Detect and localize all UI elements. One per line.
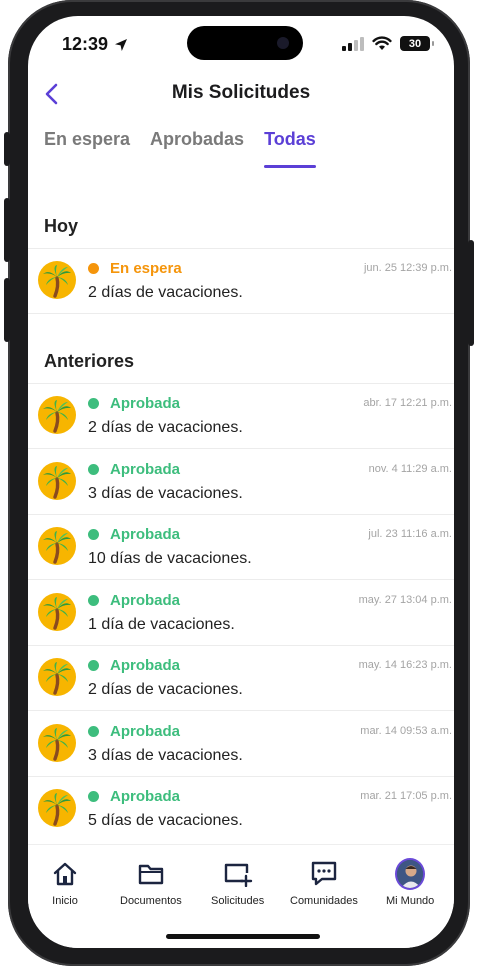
status-dot — [88, 529, 99, 540]
filter-tabs: En espera Aprobadas Todas — [44, 126, 316, 168]
status-bar: 12:39 30 — [28, 16, 454, 72]
request-date: mar. 14 09:53 a.m. — [360, 724, 452, 737]
status-dot — [88, 594, 99, 606]
request-description: 3 días de vacaciones. — [88, 484, 243, 502]
request-date: nov. 4 11:29 a.m. — [368, 462, 452, 475]
location-arrow-icon — [115, 38, 128, 51]
nav-label-documentos: Documentos — [120, 895, 182, 907]
palm-tree-icon — [38, 396, 76, 434]
home-icon — [50, 859, 80, 889]
battery-icon: 30 — [400, 36, 434, 51]
palm-tree-icon — [38, 723, 76, 762]
status-label: Aprobada — [110, 460, 181, 478]
side-button-volume-up — [4, 198, 10, 262]
request-date: abr. 17 12:21 p.m. — [363, 397, 452, 409]
tab-en-espera[interactable]: En espera — [44, 126, 130, 168]
home-indicator — [166, 934, 320, 939]
tab-todas[interactable]: Todas — [264, 126, 316, 168]
status-label: En espera — [110, 260, 182, 277]
request-date: may. 14 16:23 p.m. — [358, 659, 452, 671]
nav-solicitudes[interactable]: Solicitudes — [211, 859, 264, 907]
chat-icon — [309, 859, 339, 889]
palm-tree-icon — [38, 461, 76, 500]
request-list-item[interactable]: Aprobada 2 días de vacaciones. may. 14 16:… — [28, 645, 454, 710]
status-label: Aprobada — [110, 722, 181, 740]
palm-tree-icon — [38, 789, 76, 827]
nav-inicio[interactable]: Inicio — [50, 859, 80, 907]
request-date: may. 27 13:04 p.m. — [358, 593, 452, 606]
request-list-item[interactable]: Aprobada 10 días de vacaciones. jul. 23 11… — [28, 514, 454, 579]
folder-icon — [136, 859, 166, 889]
tab-aprobadas[interactable]: Aprobadas — [150, 126, 244, 168]
nav-label-solicitudes: Solicitudes — [211, 895, 265, 907]
nav-label-inicio: Inicio — [52, 895, 78, 907]
divider — [28, 313, 454, 314]
side-button-power — [468, 240, 474, 346]
page-title: Mis Solicitudes — [171, 82, 311, 103]
request-description: 2 días de vacaciones. — [88, 284, 243, 301]
request-date: jun. 25 12:39 p.m. — [363, 262, 452, 274]
status-indicators: 30 — [342, 36, 434, 51]
add-request-icon — [223, 859, 253, 889]
status-dot — [88, 463, 99, 475]
status-label: Aprobada — [110, 788, 181, 805]
status-dot — [88, 660, 99, 671]
request-description: 5 días de vacaciones. — [88, 812, 243, 829]
nav-comunidades[interactable]: Comunidades — [290, 859, 358, 907]
side-button-volume-down — [4, 278, 10, 342]
palm-tree-icon — [38, 658, 76, 696]
status-time-text: 12:39 — [62, 34, 109, 54]
header: Mis Solicitudes — [28, 72, 454, 116]
request-list-item[interactable]: Aprobada 3 días de vacaciones. mar. 14 09:… — [28, 711, 454, 776]
section-title-today: Hoy — [44, 216, 79, 236]
request-description: 3 días de vacaciones. — [88, 746, 243, 764]
status-time: 12:39 — [62, 34, 128, 55]
request-date: jul. 23 11:16 a.m. — [368, 528, 452, 540]
palm-tree-icon — [38, 592, 76, 631]
request-list-item[interactable]: Aprobada 3 días de vacaciones. nov. 4 11:2… — [28, 449, 454, 514]
nav-label-comunidades: Comunidades — [290, 895, 358, 907]
nav-mi-mundo[interactable]: Mi Mundo — [386, 858, 435, 907]
bottom-nav: Inicio Documentos Solicitudes Comunidade… — [28, 844, 454, 948]
section-title-previous: Anteriores — [44, 351, 135, 371]
status-label: Aprobada — [110, 526, 181, 543]
status-dot — [88, 263, 99, 274]
request-description: 2 días de vacaciones. — [88, 419, 243, 436]
side-button-action — [4, 132, 10, 166]
status-dot — [88, 791, 99, 802]
nav-documentos[interactable]: Documentos — [120, 859, 182, 907]
request-description: 1 día de vacaciones. — [88, 615, 235, 633]
status-label: Aprobada — [110, 395, 181, 412]
battery-level: 30 — [408, 37, 422, 50]
palm-tree-icon — [38, 527, 76, 565]
wifi-icon — [372, 36, 392, 50]
nav-label-mi-mundo: Mi Mundo — [386, 895, 435, 907]
status-dot — [88, 398, 99, 409]
request-list-item[interactable]: Aprobada 1 día de vacaciones. may. 27 13:0… — [28, 580, 454, 645]
palm-tree-icon — [38, 261, 76, 299]
request-list-item[interactable]: Aprobada 5 días de vacaciones. mar. 21 17:… — [28, 776, 454, 841]
signal-icon — [342, 36, 364, 51]
status-dot — [88, 725, 99, 737]
request-date: mar. 21 17:05 p.m. — [360, 790, 452, 802]
dynamic-island — [187, 26, 303, 60]
request-description: 2 días de vacaciones. — [88, 681, 243, 698]
status-label: Aprobada — [110, 657, 181, 674]
request-list-item[interactable]: Aprobada 2 días de vacaciones. abr. 17 12:… — [28, 383, 454, 448]
request-list-item[interactable]: En espera 2 días de vacaciones. jun. 25 12… — [28, 248, 454, 313]
status-label: Aprobada — [110, 591, 181, 609]
request-description: 10 días de vacaciones. — [88, 550, 252, 567]
screen: 12:39 30 Mis Solicitudes En espera Aprob… — [28, 16, 454, 948]
profile-avatar — [395, 858, 426, 890]
